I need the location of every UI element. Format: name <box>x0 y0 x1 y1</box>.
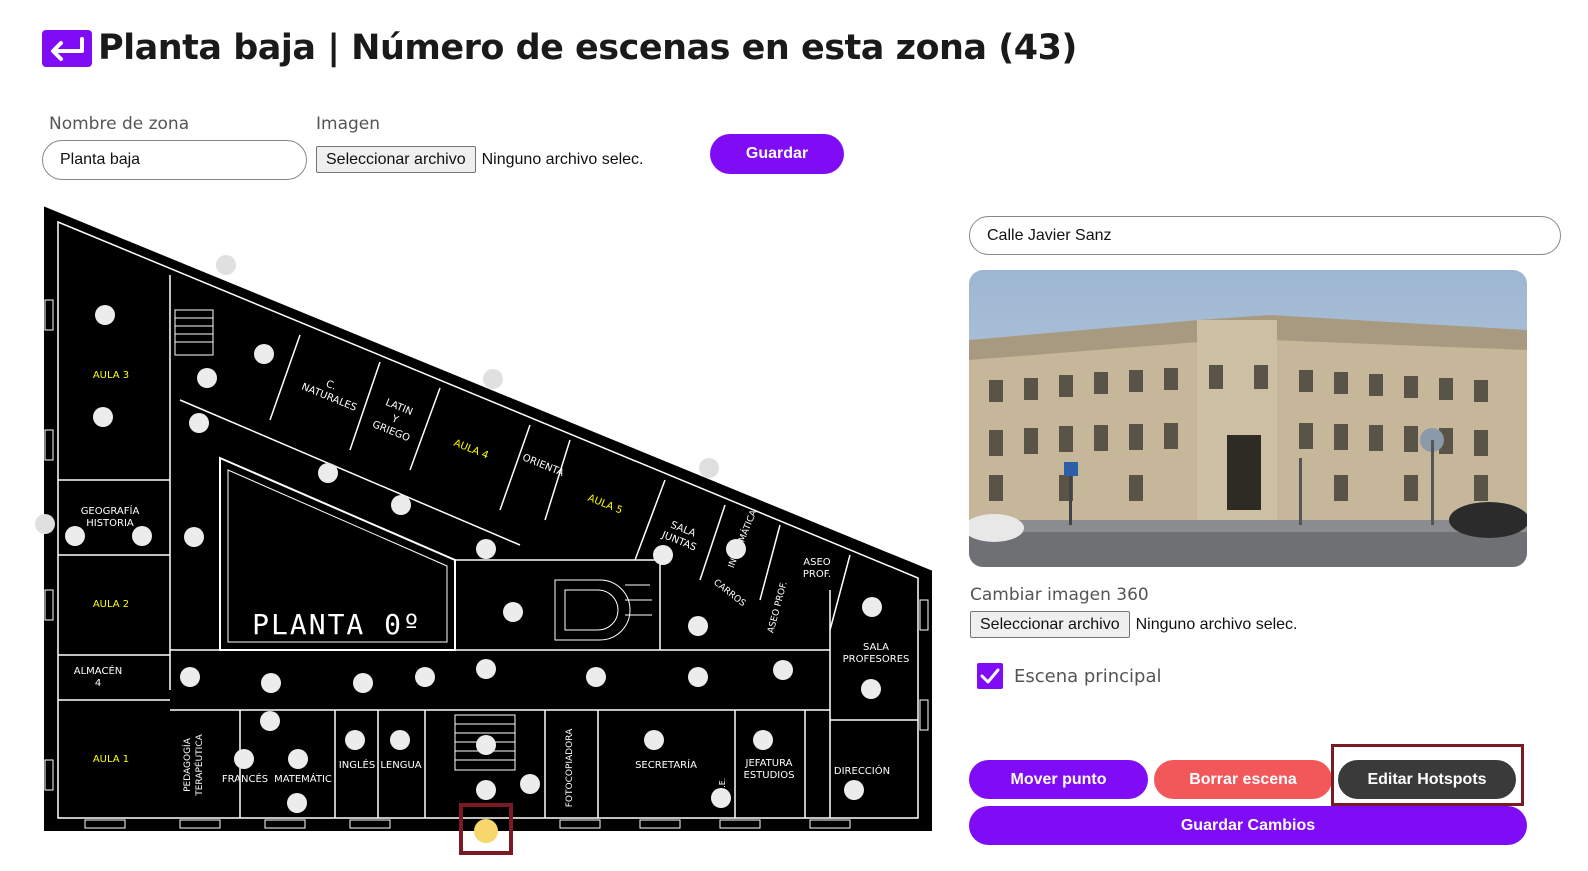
hotspot[interactable] <box>353 673 373 693</box>
room-label-aseo-prof-2: PROF. <box>803 569 831 580</box>
scene-360-preview[interactable] <box>969 270 1527 567</box>
main-scene-label: Escena principal <box>1014 666 1162 687</box>
room-label-pedagogia-2: TERAPÉUTICA <box>193 733 205 796</box>
hotspot[interactable] <box>254 344 274 364</box>
selected-hotspot-frame <box>459 803 513 855</box>
hotspot[interactable] <box>391 495 411 515</box>
edit-hotspots-highlight-frame <box>1331 744 1524 806</box>
room-label-direccion: DIRECCIÓN <box>834 764 890 777</box>
zone-image-file-picker: Seleccionar archivo Ninguno archivo sele… <box>316 146 644 173</box>
select-file-button[interactable]: Seleccionar archivo <box>316 146 476 173</box>
main-scene-checkbox[interactable] <box>977 663 1003 689</box>
room-label-lengua: LENGUA <box>380 760 421 771</box>
back-button[interactable] <box>42 30 92 67</box>
hotspot[interactable] <box>184 527 204 547</box>
room-label-aula3: AULA 3 <box>93 370 129 381</box>
room-label-geografia-1: GEOGRAFÍA <box>81 504 140 517</box>
hotspot[interactable] <box>862 597 882 617</box>
hotspot[interactable] <box>688 616 708 636</box>
hotspot[interactable] <box>93 407 113 427</box>
room-label-matematic: MATEMÁTIC <box>274 772 332 785</box>
change-image-label: Cambiar imagen 360 <box>970 585 1149 605</box>
image-label: Imagen <box>316 114 381 134</box>
hotspot[interactable] <box>711 788 731 808</box>
hotspot[interactable] <box>234 749 254 769</box>
hotspot[interactable] <box>287 793 307 813</box>
zone-name-label: Nombre de zona <box>49 114 190 134</box>
room-label-almacen-2: 4 <box>95 678 101 689</box>
plan-title-label: PLANTA 0º <box>252 608 422 641</box>
room-label-secretaria: SECRETARÍA <box>635 758 697 771</box>
scene-image-file-picker: Seleccionar archivo Ninguno archivo sele… <box>970 611 1298 638</box>
hotspot[interactable] <box>95 305 115 325</box>
hotspot[interactable] <box>688 667 708 687</box>
delete-scene-button[interactable]: Borrar escena <box>1154 760 1332 799</box>
room-label-aula1: AULA 1 <box>93 754 129 765</box>
hotspot[interactable] <box>132 526 152 546</box>
room-label-aseo-prof-1: ASEO <box>803 557 831 568</box>
hotspot[interactable] <box>345 730 365 750</box>
room-label-jefatura-2: ESTUDIOS <box>744 770 795 781</box>
return-arrow-icon <box>51 36 84 61</box>
room-label-aula2: AULA 2 <box>93 599 129 610</box>
room-label-sala-profesores-1: SALA <box>863 642 889 653</box>
room-label-jefatura-1: JEFATURA <box>745 758 793 769</box>
hotspot[interactable] <box>653 545 673 565</box>
hotspot[interactable] <box>390 730 410 750</box>
hotspot[interactable] <box>520 774 540 794</box>
room-label-almacen-1: ALMACÉN <box>74 664 123 677</box>
hotspot[interactable] <box>503 602 523 622</box>
hotspot[interactable] <box>773 660 793 680</box>
hotspot[interactable] <box>753 730 773 750</box>
hotspot[interactable] <box>476 780 496 800</box>
room-label-sala-profesores-2: PROFESORES <box>843 654 910 665</box>
hotspot[interactable] <box>644 730 664 750</box>
scene-name-input[interactable] <box>969 216 1561 255</box>
hotspot[interactable] <box>861 679 881 699</box>
zone-name-input[interactable] <box>42 140 307 180</box>
hotspot[interactable] <box>180 667 200 687</box>
move-point-button[interactable]: Mover punto <box>969 760 1148 799</box>
hotspot[interactable] <box>699 458 719 478</box>
hotspot[interactable] <box>483 369 503 389</box>
save-zone-button[interactable]: Guardar <box>710 134 844 174</box>
floor-plan: AULA 3 AULA 2 AULA 1 AULA 4 AULA 5 C. NA… <box>0 195 950 871</box>
hotspot[interactable] <box>476 735 496 755</box>
hotspot[interactable] <box>586 667 606 687</box>
hotspot[interactable] <box>318 463 338 483</box>
room-label-pedagogia-1: PEDAGOGÍA <box>181 737 193 792</box>
scene-file-status-text: Ninguno archivo selec. <box>1135 615 1298 633</box>
hotspot[interactable] <box>197 368 217 388</box>
hotspot[interactable] <box>35 514 55 534</box>
hotspot[interactable] <box>260 711 280 731</box>
file-status-text: Ninguno archivo selec. <box>481 150 644 168</box>
hotspot[interactable] <box>65 526 85 546</box>
checkmark-icon <box>980 668 1000 684</box>
room-label-geografia-2: HISTORIA <box>86 518 134 529</box>
hotspot[interactable] <box>415 667 435 687</box>
hotspot[interactable] <box>476 659 496 679</box>
room-label-ingles: INGLÉS <box>339 758 375 771</box>
hotspot[interactable] <box>726 539 746 559</box>
hotspot[interactable] <box>216 255 236 275</box>
hotspot[interactable] <box>189 413 209 433</box>
hotspot[interactable] <box>844 780 864 800</box>
room-label-fotocopiadora: FOTOCOPIADORA <box>565 728 575 807</box>
select-scene-file-button[interactable]: Seleccionar archivo <box>970 611 1130 638</box>
page-title: Planta baja | Número de escenas en esta … <box>98 28 1077 68</box>
hotspot[interactable] <box>288 749 308 769</box>
hotspot[interactable] <box>476 539 496 559</box>
building-photo-image <box>969 270 1527 567</box>
hotspot[interactable] <box>261 673 281 693</box>
room-label-frances: FRANCÉS <box>222 772 268 785</box>
save-changes-button[interactable]: Guardar Cambios <box>969 806 1527 845</box>
